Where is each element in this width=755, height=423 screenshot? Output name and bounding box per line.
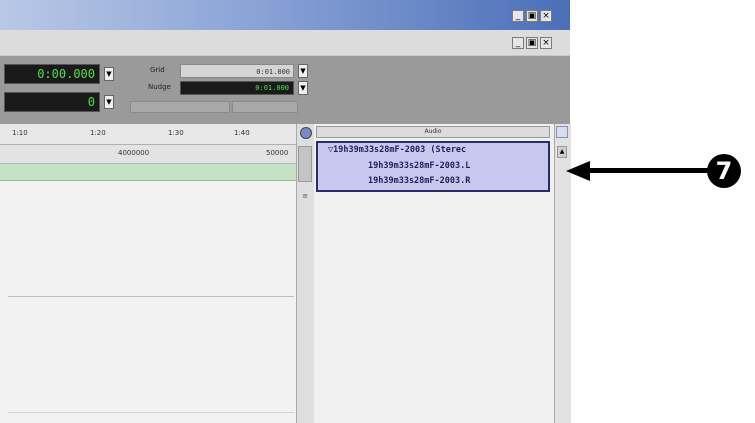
audio-region-list[interactable]: ▽19h39m33s28mF-2003 (Sterec 19h39m33s28m… bbox=[316, 141, 550, 192]
cursor-field-left[interactable] bbox=[130, 101, 230, 113]
marker-ruler[interactable] bbox=[0, 164, 296, 181]
nudge-value[interactable]: 0:01.000 bbox=[180, 81, 294, 95]
audio-region-right[interactable]: 19h39m33s28mF-2003.R bbox=[368, 176, 470, 186]
counter-dropdown[interactable]: ▼ bbox=[104, 67, 114, 81]
callout-number-badge: 7 bbox=[707, 154, 741, 188]
grid-label: Grid bbox=[150, 66, 165, 74]
menu-bar bbox=[0, 30, 570, 56]
scroll-up-icon[interactable] bbox=[300, 127, 312, 139]
ruler-tick: 1:30 bbox=[168, 129, 184, 137]
audio-list-header[interactable]: Audio bbox=[316, 126, 550, 138]
track-divider bbox=[8, 412, 294, 413]
document-window-controls: _ ▣ × bbox=[512, 37, 552, 49]
main-counter[interactable]: 0:00.000 bbox=[4, 64, 100, 84]
audio-region-left[interactable]: 19h39m33s28mF-2003.L bbox=[368, 161, 470, 171]
samples-tick: 50000 bbox=[266, 149, 289, 157]
scroll-handle-icon[interactable]: ≡ bbox=[300, 192, 310, 200]
samples-tick: 4000000 bbox=[118, 149, 150, 157]
nudge-label: Nudge bbox=[148, 83, 171, 91]
window-controls: _ ▣ × bbox=[512, 10, 552, 22]
cursor-field-right[interactable] bbox=[232, 101, 298, 113]
audio-list-menu-icon[interactable] bbox=[556, 126, 568, 138]
scroll-arrow-icon[interactable]: ▲ bbox=[557, 146, 567, 158]
samples-ruler[interactable]: 4000000 50000 bbox=[0, 145, 296, 164]
secondary-counter[interactable]: 0 bbox=[4, 92, 100, 112]
secondary-counter-dropdown[interactable]: ▼ bbox=[104, 95, 114, 109]
timeline-ruler[interactable]: 1:10 1:20 1:30 1:40 bbox=[0, 124, 296, 145]
edit-window-tracks[interactable] bbox=[0, 181, 296, 423]
callout-arrowhead-icon bbox=[566, 161, 590, 181]
audio-region-stereo[interactable]: ▽19h39m33s28mF-2003 (Sterec bbox=[328, 145, 466, 155]
grid-value[interactable]: 0:01.000 bbox=[180, 64, 294, 78]
minimize-button[interactable]: _ bbox=[512, 10, 524, 22]
scroll-thumb[interactable] bbox=[298, 146, 312, 182]
nudge-dropdown[interactable]: ▼ bbox=[298, 81, 308, 95]
close-button[interactable]: × bbox=[540, 10, 552, 22]
track-divider bbox=[8, 296, 294, 297]
doc-maximize-button[interactable]: ▣ bbox=[526, 37, 538, 49]
doc-close-button[interactable]: × bbox=[540, 37, 552, 49]
callout-arrow-line bbox=[588, 168, 710, 173]
ruler-tick: 1:40 bbox=[234, 129, 250, 137]
title-bar bbox=[0, 0, 570, 30]
maximize-button[interactable]: ▣ bbox=[526, 10, 538, 22]
ruler-tick: 1:20 bbox=[90, 129, 106, 137]
doc-minimize-button[interactable]: _ bbox=[512, 37, 524, 49]
grid-dropdown[interactable]: ▼ bbox=[298, 64, 308, 78]
ruler-tick: 1:10 bbox=[12, 129, 28, 137]
